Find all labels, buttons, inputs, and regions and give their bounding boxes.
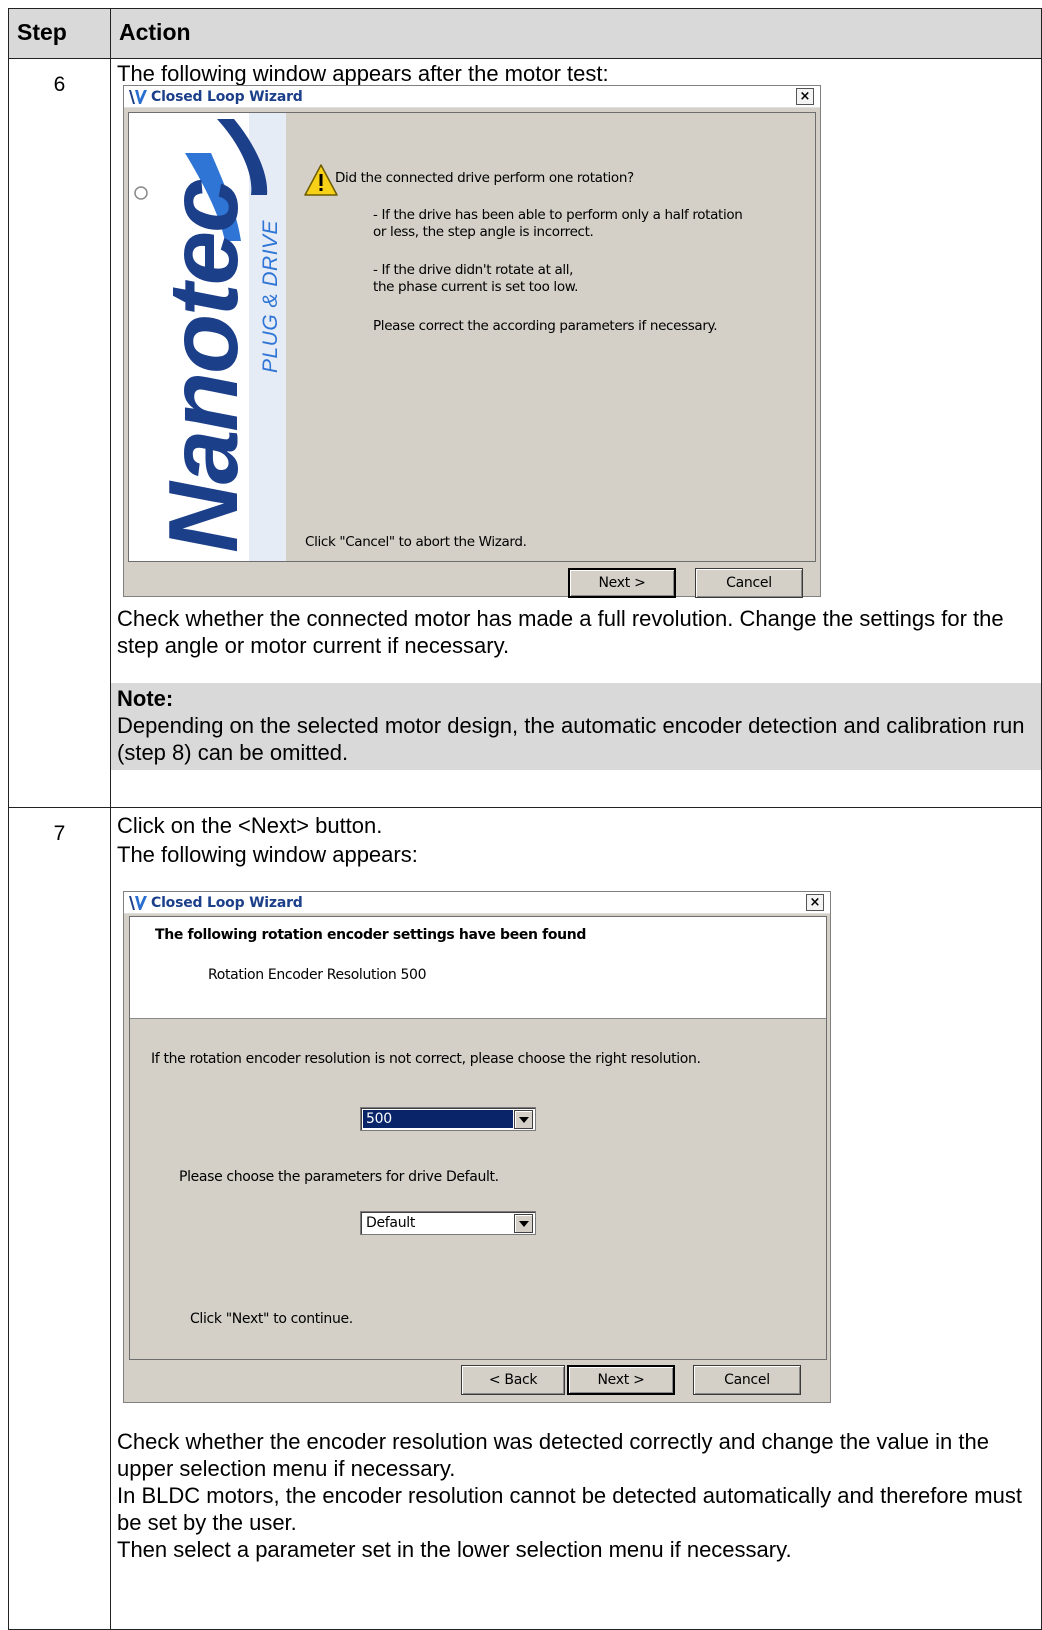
back-button[interactable]: < Back [461, 1365, 565, 1395]
dialog-line: - If the drive has been able to perform … [373, 207, 743, 223]
step-number: 6 [8, 58, 111, 808]
dialog-footer-hint: Click "Cancel" to abort the Wizard. [305, 534, 527, 550]
close-icon: × [809, 895, 821, 910]
action-cell: Click on the <Next> button. The followin… [110, 807, 1042, 1630]
note-title: Note: [117, 686, 174, 711]
note-box: Note: Depending on the selected motor de… [111, 683, 1041, 770]
dialog-instruction: If the rotation encoder resolution is no… [151, 1051, 701, 1067]
dialog-line: or less, the step angle is incorrect. [373, 224, 594, 240]
step-description: Check whether the connected motor has ma… [117, 606, 1004, 658]
note-text: Depending on the selected motor design, … [117, 713, 1025, 765]
step-intro: The following window appears after the m… [117, 61, 609, 86]
nanotec-logo-icon [127, 893, 149, 913]
nanotec-logo-icon [127, 87, 149, 107]
close-button[interactable]: × [796, 88, 814, 105]
dialog-title: Closed Loop Wizard [151, 88, 303, 105]
dialog-content: Nanotec PLUG & DRIVE Did the connected d… [128, 112, 816, 562]
table-row: 7 Click on the <Next> button. The follow… [8, 807, 1042, 1630]
table-row: 6 The following window appears after the… [8, 58, 1042, 808]
step-line: Click on the <Next> button. [117, 813, 383, 838]
brand-wordmark: Nanotec [148, 179, 258, 553]
parameter-label: Please choose the parameters for drive D… [179, 1169, 499, 1185]
dialog-line: - If the drive didn't rotate at all, [373, 262, 574, 278]
cancel-button[interactable]: Cancel [693, 1365, 801, 1395]
step-line: The following window appears: [117, 842, 418, 867]
brand-panel: Nanotec PLUG & DRIVE [129, 113, 286, 561]
dialog-line: Please correct the according parameters … [373, 318, 718, 334]
closed-loop-wizard-dialog: Closed Loop Wizard × The following rotat… [123, 891, 831, 1403]
step-paragraph: In BLDC motors, the encoder resolution c… [117, 1483, 1022, 1535]
close-icon: × [799, 89, 811, 104]
header-action: Action [110, 8, 1042, 59]
nanotec-brand-graphic: Nanotec PLUG & DRIVE [134, 113, 286, 561]
brand-tagline: PLUG & DRIVE [259, 219, 282, 373]
dialog-content: The following rotation encoder settings … [129, 916, 827, 1360]
dialog-titlebar: Closed Loop Wizard × [124, 892, 830, 914]
chevron-down-icon[interactable] [514, 1110, 533, 1129]
dialog-heading: The following rotation encoder settings … [155, 927, 587, 943]
closed-loop-wizard-dialog: Closed Loop Wizard × Nanotec PLUG & DRIV… [123, 85, 821, 598]
close-button[interactable]: × [806, 894, 824, 911]
action-cell: The following window appears after the m… [110, 58, 1042, 808]
cancel-button[interactable]: Cancel [695, 568, 803, 598]
dialog-line: the phase current is set too low. [373, 279, 579, 295]
resolution-label: Rotation Encoder Resolution 500 [208, 967, 427, 983]
chevron-down-icon[interactable] [514, 1214, 533, 1233]
step-paragraph: Check whether the encoder resolution was… [117, 1429, 989, 1481]
dialog-question: Did the connected drive perform one rota… [335, 170, 634, 186]
instruction-table: Step Action 6 The following window appea… [8, 8, 1042, 1630]
dialog-titlebar: Closed Loop Wizard × [124, 86, 820, 108]
dialog-header: The following rotation encoder settings … [130, 917, 826, 1019]
step-paragraph: Then select a parameter set in the lower… [117, 1537, 792, 1562]
dialog-footer-hint: Click "Next" to continue. [190, 1311, 353, 1327]
parameter-select-value: Default [366, 1215, 416, 1231]
resolution-select[interactable]: 500 [360, 1107, 536, 1131]
next-button[interactable]: Next > [568, 568, 676, 598]
table-header-row: Step Action [8, 8, 1042, 59]
step-number: 7 [8, 807, 111, 1630]
warning-icon [303, 163, 339, 201]
next-button[interactable]: Next > [567, 1365, 675, 1395]
dialog-title: Closed Loop Wizard [151, 894, 303, 911]
header-step: Step [8, 8, 111, 59]
resolution-select-value: 500 [363, 1110, 513, 1128]
step-notes: Check whether the encoder resolution was… [111, 1428, 1041, 1563]
parameter-select[interactable]: Default [360, 1211, 536, 1235]
